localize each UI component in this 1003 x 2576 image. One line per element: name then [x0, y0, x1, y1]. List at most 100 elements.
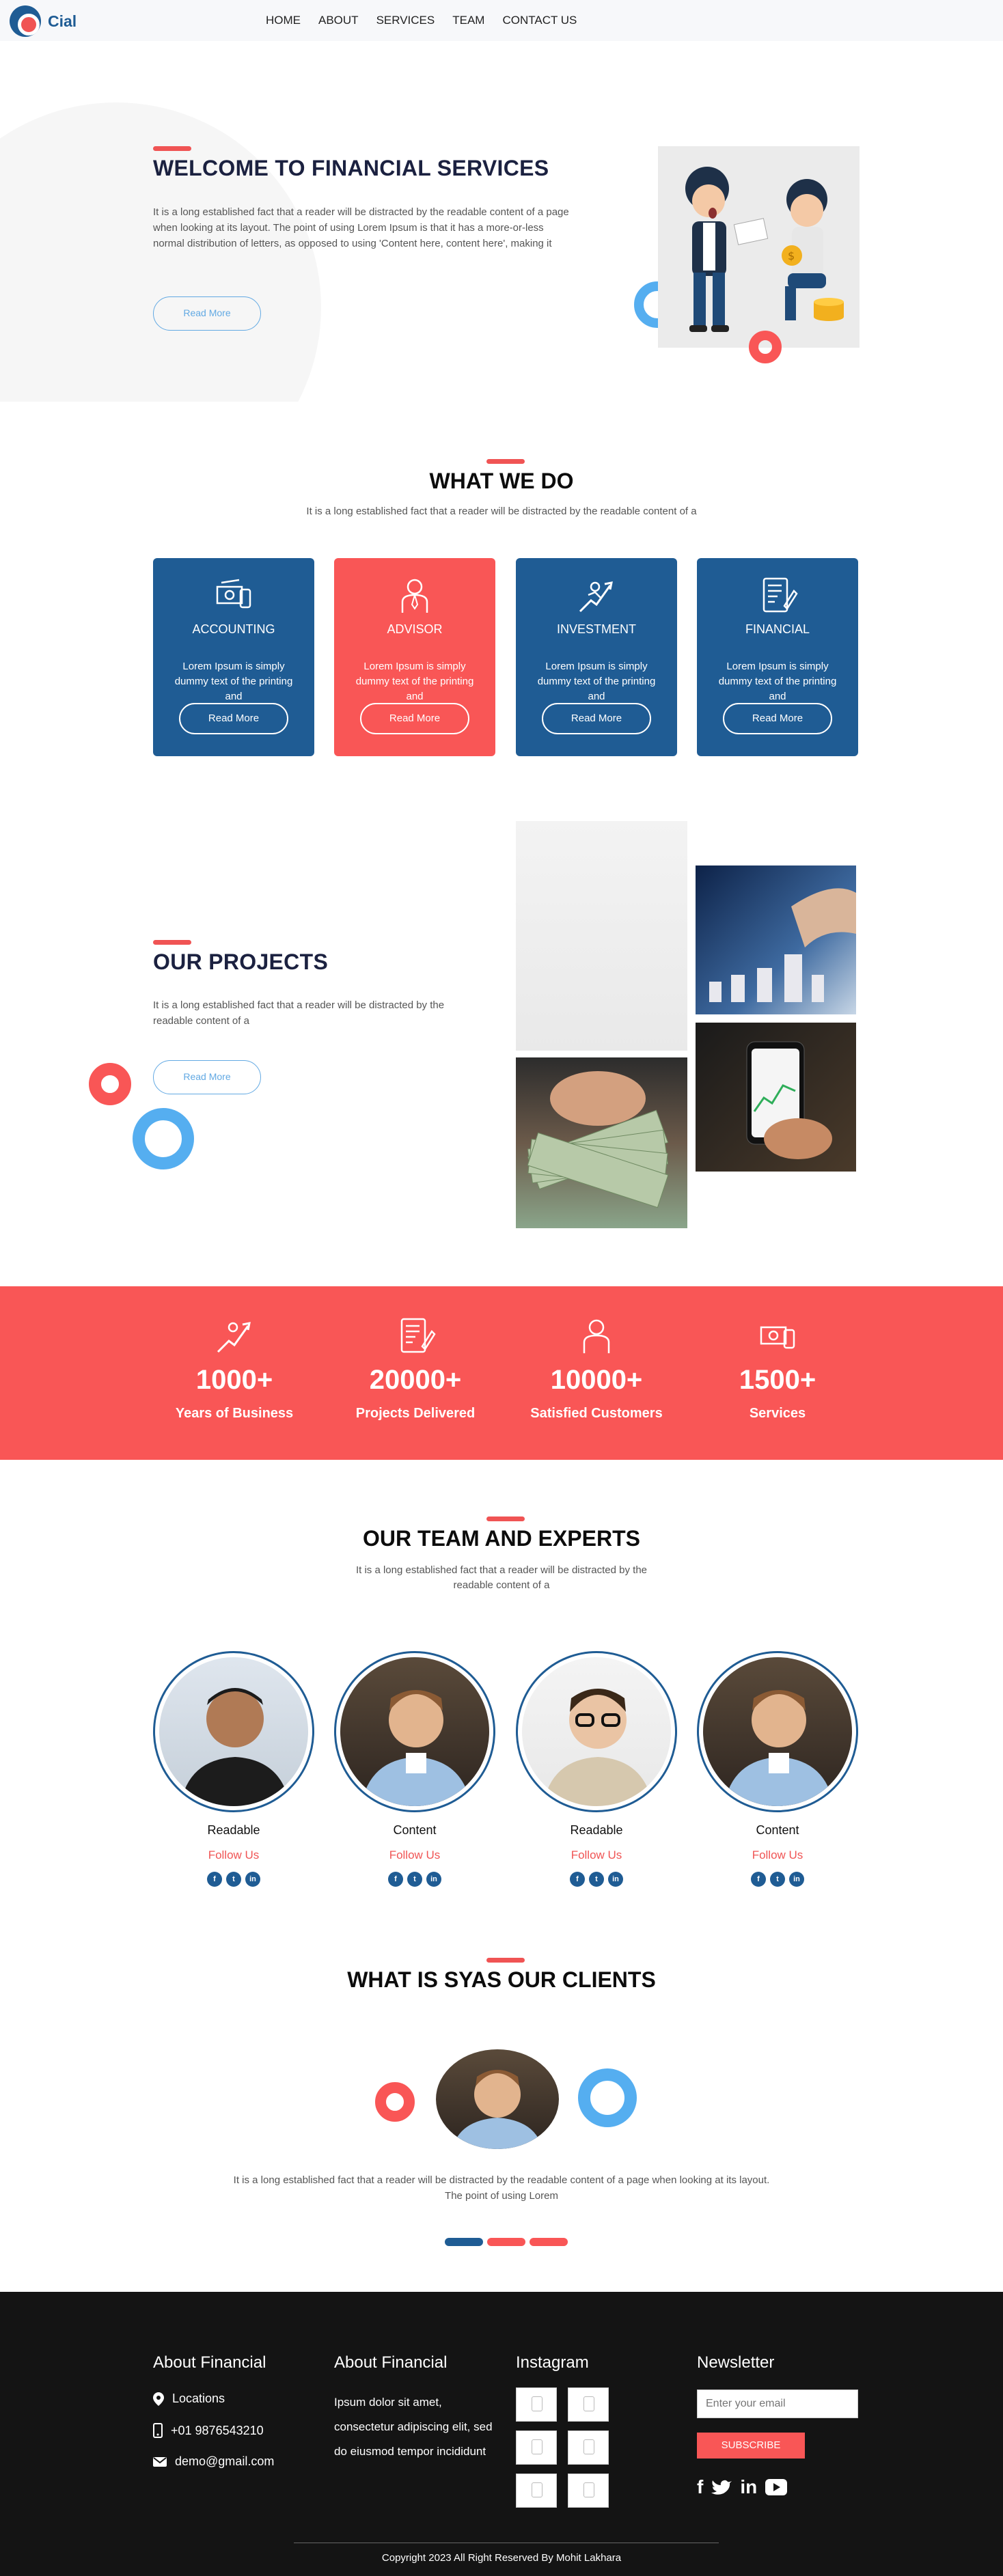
projects-read-more-button[interactable]: Read More	[153, 1060, 261, 1094]
footer-email[interactable]: demo@gmail.com	[153, 2454, 274, 2469]
service-card-text: Lorem Ipsum is simply dummy text of the …	[355, 661, 474, 702]
nav-about[interactable]: ABOUT	[318, 14, 359, 27]
cash-icon	[760, 1326, 795, 1349]
linkedin-icon[interactable]: in	[789, 1872, 804, 1887]
cash-fan-icon	[527, 1071, 669, 1208]
instagram-thumbnail[interactable]	[568, 2474, 609, 2508]
svg-text:$: $	[788, 249, 795, 262]
projects-text: It is a long established fact that a rea…	[153, 999, 445, 1027]
project-image-money	[516, 1057, 687, 1228]
instagram-thumbnail[interactable]	[568, 2430, 609, 2465]
service-card-investment: INVESTMENT Lorem Ipsum is simply dummy t…	[516, 558, 677, 756]
service-card-read-more-button[interactable]: Read More	[723, 703, 832, 734]
facebook-icon[interactable]: f	[751, 1872, 766, 1887]
footer-col4-title: Newsletter	[697, 2353, 775, 2372]
logo[interactable]: Cial	[10, 5, 77, 37]
carousel-dot[interactable]	[530, 2238, 568, 2246]
carousel-dot-active[interactable]	[445, 2238, 483, 2246]
service-card-accounting: ACCOUNTING Lorem Ipsum is simply dummy t…	[153, 558, 314, 756]
services-accent-bar	[486, 459, 525, 464]
hero-text: It is a long established fact that a rea…	[153, 206, 569, 249]
nav-home[interactable]: HOME	[266, 14, 301, 27]
avatar	[153, 1651, 314, 1812]
footer-col2-title: About Financial	[334, 2353, 448, 2372]
service-card-title: FINANCIAL	[745, 622, 810, 636]
avatar	[697, 1651, 858, 1812]
projects-title: OUR PROJECTS	[153, 950, 329, 974]
person-icon	[452, 2070, 542, 2149]
document-icon	[400, 1318, 436, 1353]
instagram-thumbnail[interactable]	[516, 2474, 557, 2508]
service-card-read-more-button[interactable]: Read More	[179, 703, 288, 734]
member-social-links: f t in	[516, 1872, 677, 1887]
instagram-thumbnail[interactable]	[568, 2387, 609, 2422]
team-title: OUR TEAM AND EXPERTS	[363, 1526, 640, 1551]
facebook-icon[interactable]: f	[207, 1872, 222, 1887]
service-card-read-more-button[interactable]: Read More	[542, 703, 651, 734]
person-icon	[724, 1690, 834, 1806]
newsletter-email-input[interactable]	[697, 2390, 858, 2418]
testimonial-text: It is a long established fact that a rea…	[233, 2174, 770, 2202]
hero-read-more-button[interactable]: Read More	[153, 296, 261, 331]
linkedin-icon[interactable]: in	[740, 2476, 757, 2498]
member-social-links: f t in	[697, 1872, 858, 1887]
hero-accent-bar	[153, 146, 191, 151]
youtube-icon[interactable]	[765, 2479, 788, 2495]
nav-services[interactable]: SERVICES	[376, 14, 435, 27]
team-member: Readable Follow Us f t in	[153, 1651, 314, 1887]
copyright-text: Copyright 2023 All Right Reserved By Moh…	[381, 2552, 622, 2564]
subscribe-button[interactable]: SUBSCRIBE	[697, 2433, 805, 2459]
carousel-dot[interactable]	[487, 2238, 525, 2246]
hero-illustration: $	[658, 146, 860, 348]
service-card-title: ACCOUNTING	[192, 622, 275, 636]
services-title: WHAT WE DO	[429, 469, 574, 493]
stat-number: 10000+	[550, 1365, 643, 1395]
nav-contact[interactable]: CONTACT US	[502, 14, 577, 27]
projects-red-ring	[89, 1063, 131, 1105]
growth-icon	[579, 581, 613, 613]
footer-col2-text: Ipsum dolor sit amet, consectetur adipis…	[334, 2396, 493, 2458]
person-icon	[542, 1689, 653, 1806]
instagram-thumbnail[interactable]	[516, 2430, 557, 2465]
footer-col3-title: Instagram	[516, 2353, 589, 2372]
advisor-icon	[583, 1319, 610, 1353]
facebook-icon[interactable]: f	[697, 2476, 703, 2498]
service-card-read-more-button[interactable]: Read More	[360, 703, 469, 734]
footer-phone[interactable]: +01 9876543210	[153, 2423, 264, 2438]
twitter-icon[interactable]	[711, 2479, 732, 2495]
service-card-title: INVESTMENT	[556, 622, 636, 636]
twitter-icon[interactable]: t	[770, 1872, 785, 1887]
logo-mark	[10, 5, 41, 37]
linkedin-icon[interactable]: in	[608, 1872, 623, 1887]
stat-number: 1000+	[195, 1365, 273, 1395]
project-image-chess	[696, 865, 856, 1014]
facebook-icon[interactable]: f	[570, 1872, 585, 1887]
stat-label: Satisfied Customers	[530, 1406, 663, 1421]
member-name: Content	[756, 1823, 799, 1837]
growth-icon	[217, 1322, 251, 1353]
service-card-text: Lorem Ipsum is simply dummy text of the …	[537, 661, 656, 702]
twitter-icon[interactable]: t	[407, 1872, 422, 1887]
footer-col1-title: About Financial	[153, 2353, 266, 2372]
nav-team[interactable]: TEAM	[452, 14, 484, 27]
footer-location-label: Locations	[172, 2392, 225, 2405]
person-icon	[361, 1690, 471, 1806]
member-name: Readable	[207, 1823, 260, 1837]
envelope-icon	[153, 2456, 167, 2467]
brand-name: Cial	[48, 12, 77, 30]
phone-icon	[153, 2423, 163, 2438]
facebook-icon[interactable]: f	[388, 1872, 403, 1887]
instagram-thumbnail[interactable]	[516, 2387, 557, 2422]
footer-location[interactable]: Locations	[153, 2392, 225, 2406]
twitter-icon[interactable]: t	[589, 1872, 604, 1887]
hero-red-ring	[749, 331, 782, 363]
linkedin-icon[interactable]: in	[245, 1872, 260, 1887]
footer-email-label: demo@gmail.com	[175, 2454, 275, 2468]
service-card-financial: FINANCIAL Lorem Ipsum is simply dummy te…	[697, 558, 858, 756]
service-card-title: ADVISOR	[387, 622, 443, 636]
projects-accent-bar	[153, 940, 191, 945]
twitter-icon[interactable]: t	[226, 1872, 241, 1887]
linkedin-icon[interactable]: in	[426, 1872, 441, 1887]
stat-label: Services	[749, 1406, 806, 1421]
hero-title: WELCOME TO FINANCIAL SERVICES	[153, 156, 549, 180]
